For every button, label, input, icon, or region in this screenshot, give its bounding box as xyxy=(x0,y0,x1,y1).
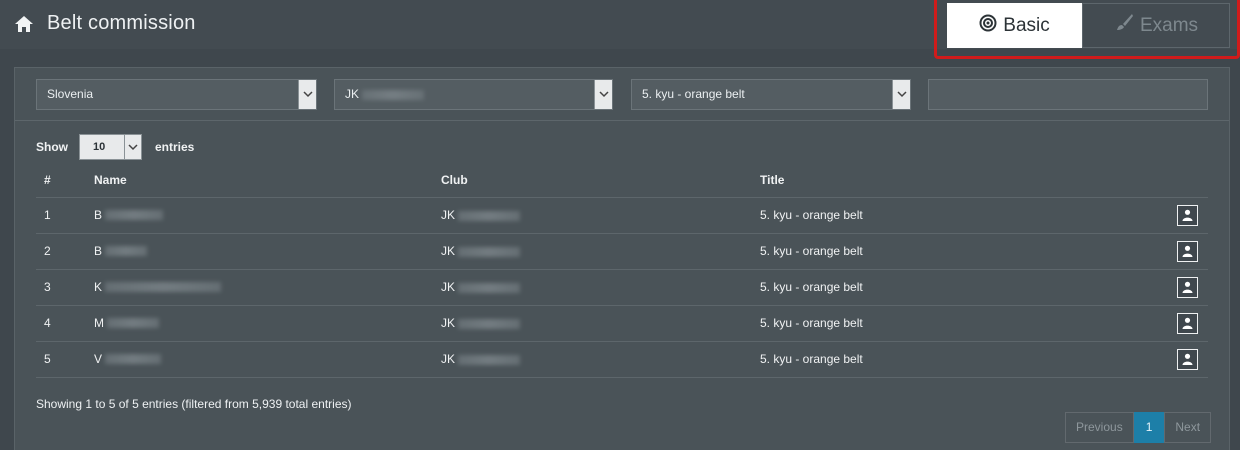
row-club: JK xyxy=(441,197,760,234)
chevron-down-icon xyxy=(892,80,910,109)
row-club: JK xyxy=(441,305,760,342)
user-icon xyxy=(1182,317,1193,329)
redacted-text xyxy=(458,354,521,365)
row-club-text: JK xyxy=(441,244,456,258)
tab-exams-label: Exams xyxy=(1139,14,1199,36)
profile-button[interactable] xyxy=(1177,204,1198,226)
club-select[interactable]: JK xyxy=(334,79,613,110)
redacted-text xyxy=(105,354,162,364)
redacted-text xyxy=(105,246,148,256)
filter-row: Slovenia JK 5. kyu - orange belt xyxy=(15,68,1229,121)
row-name: V xyxy=(94,341,441,378)
show-label: Show xyxy=(36,140,68,154)
country-select[interactable]: Slovenia xyxy=(36,79,317,110)
row-name-text: B xyxy=(94,208,103,222)
row-name-text: K xyxy=(94,280,103,294)
row-name-text: V xyxy=(94,352,103,366)
row-club-text: JK xyxy=(441,208,456,222)
row-actions xyxy=(1160,233,1208,270)
profile-button[interactable] xyxy=(1177,348,1198,370)
user-icon xyxy=(1182,353,1193,365)
row-title: 5. kyu - orange belt xyxy=(760,305,1160,342)
row-number: 3 xyxy=(36,269,94,306)
tab-exams[interactable]: Exams xyxy=(1082,3,1230,48)
user-icon xyxy=(1182,281,1193,293)
column-header-number[interactable]: # xyxy=(36,163,94,198)
page-title: Belt commission xyxy=(47,12,196,34)
row-club-text: JK xyxy=(441,316,456,330)
table-row: 3 K JK 5. kyu - orange belt xyxy=(36,269,1208,306)
redacted-text xyxy=(458,210,521,221)
row-number: 1 xyxy=(36,197,94,234)
column-header-title[interactable]: Title xyxy=(760,163,1160,198)
row-club-text: JK xyxy=(441,280,456,294)
row-name: M xyxy=(94,305,441,342)
tab-basic-label: Basic xyxy=(1003,14,1050,36)
page-1-button[interactable]: 1 xyxy=(1133,412,1165,443)
table-row: 2 B JK 5. kyu - orange belt xyxy=(36,233,1208,270)
target-icon xyxy=(979,14,1003,38)
redacted-text xyxy=(362,89,425,100)
row-club: JK xyxy=(441,269,760,306)
search-input[interactable] xyxy=(928,79,1208,110)
column-header-actions xyxy=(1160,163,1208,198)
profile-button[interactable] xyxy=(1177,312,1198,334)
row-club: JK xyxy=(441,341,760,378)
row-name: B xyxy=(94,197,441,234)
profile-button[interactable] xyxy=(1177,276,1198,298)
row-actions xyxy=(1160,197,1208,234)
home-icon[interactable] xyxy=(14,15,34,33)
row-club-text: JK xyxy=(441,352,456,366)
previous-page-button[interactable]: Previous xyxy=(1065,412,1134,443)
pagination: Previous 1 Next xyxy=(1065,412,1212,443)
main-panel: Slovenia JK 5. kyu - orange belt Show 10 xyxy=(14,67,1230,450)
next-page-button[interactable]: Next xyxy=(1164,412,1212,443)
row-title: 5. kyu - orange belt xyxy=(760,197,1160,234)
row-number: 4 xyxy=(36,305,94,342)
row-name-text: M xyxy=(94,316,104,330)
table-row: 4 M JK 5. kyu - orange belt xyxy=(36,305,1208,342)
row-club: JK xyxy=(441,233,760,270)
table-row: 5 V JK 5. kyu - orange belt xyxy=(36,341,1208,378)
redacted-text xyxy=(105,210,164,220)
row-number: 2 xyxy=(36,233,94,270)
row-actions xyxy=(1160,341,1208,378)
row-name: B xyxy=(94,233,441,270)
profile-button[interactable] xyxy=(1177,240,1198,262)
redacted-text xyxy=(105,282,222,292)
country-select-value: Slovenia xyxy=(47,87,94,101)
table-row: 1 B JK 5. kyu - orange belt xyxy=(36,197,1208,234)
row-title: 5. kyu - orange belt xyxy=(760,269,1160,306)
title-select[interactable]: 5. kyu - orange belt xyxy=(631,79,911,110)
brush-icon xyxy=(1114,13,1140,39)
chevron-down-icon xyxy=(298,80,316,109)
table-info: Showing 1 to 5 of 5 entries (filtered fr… xyxy=(36,397,352,411)
redacted-text xyxy=(107,318,159,328)
row-title: 5. kyu - orange belt xyxy=(760,341,1160,378)
entries-length-value: 10 xyxy=(93,141,106,153)
tab-basic[interactable]: Basic xyxy=(947,3,1082,48)
entries-label: entries xyxy=(155,140,195,154)
table-header-row: # Name Club Title xyxy=(36,163,1208,198)
row-name-text: B xyxy=(94,244,103,258)
row-actions xyxy=(1160,269,1208,306)
title-select-value: 5. kyu - orange belt xyxy=(642,87,745,101)
chevron-down-icon xyxy=(124,135,141,159)
chevron-down-icon xyxy=(594,80,612,109)
club-select-value: JK xyxy=(345,87,360,101)
row-name: K xyxy=(94,269,441,306)
row-actions xyxy=(1160,305,1208,342)
user-icon xyxy=(1182,209,1193,221)
user-icon xyxy=(1182,245,1193,257)
entries-length-select[interactable]: 10 xyxy=(79,134,142,160)
redacted-text xyxy=(458,246,521,257)
redacted-text xyxy=(458,318,521,329)
members-table: # Name Club Title 1 B JK 5. kyu - orange… xyxy=(36,163,1208,378)
column-header-name[interactable]: Name xyxy=(94,163,441,198)
row-number: 5 xyxy=(36,341,94,378)
row-title: 5. kyu - orange belt xyxy=(760,233,1160,270)
column-header-club[interactable]: Club xyxy=(441,163,760,198)
redacted-text xyxy=(458,282,521,293)
